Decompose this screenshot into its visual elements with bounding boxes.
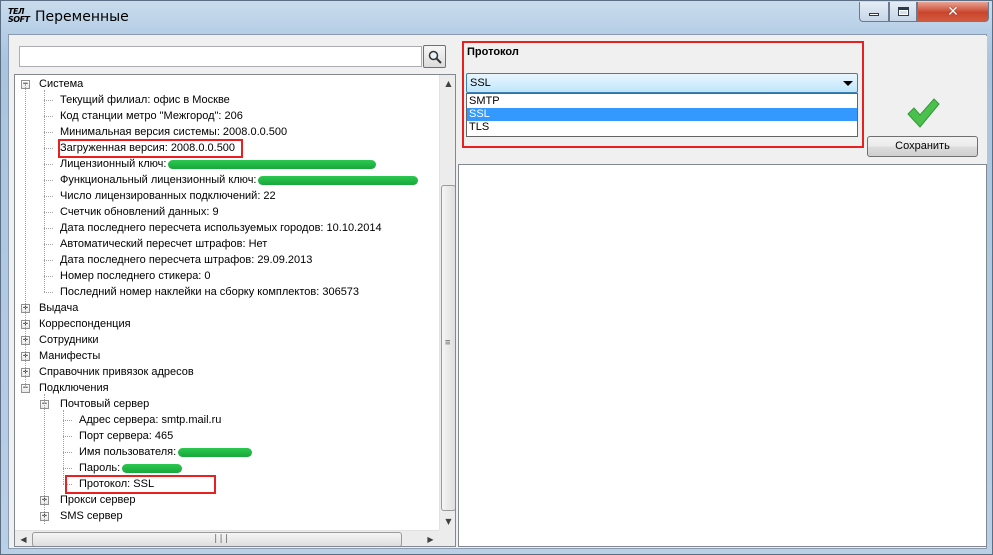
tree-guide-line <box>44 394 45 524</box>
minimize-button[interactable] <box>859 2 889 22</box>
tree-connector <box>63 436 72 437</box>
tree-connector <box>44 260 53 261</box>
scrollbar-corner <box>439 530 455 546</box>
title-bar[interactable]: ТЕЛ SOFT Переменные ✕ <box>1 1 992 33</box>
redaction-mark <box>122 464 183 473</box>
scroll-left-arrow-icon[interactable]: ◀ <box>15 531 32 546</box>
protocol-dropdown-list: SMTP SSL TLS <box>466 93 858 137</box>
maximize-button[interactable] <box>889 2 917 22</box>
tree-connector <box>44 132 53 133</box>
minimize-icon <box>869 13 879 16</box>
tree-connector <box>44 100 53 101</box>
save-button[interactable]: Сохранить <box>867 136 978 157</box>
close-icon: ✕ <box>947 3 959 20</box>
protocol-select[interactable]: SSL <box>466 73 858 93</box>
tree-item[interactable]: Номер последнего стикера: 0 <box>60 268 211 284</box>
tree-connector <box>44 196 53 197</box>
tree-connector <box>63 468 72 469</box>
app-window: ТЕЛ SOFT Переменные ✕ − Система Текущий фи… <box>0 0 993 555</box>
tree-guide-line <box>44 90 45 292</box>
tree-guide-line <box>25 84 26 388</box>
redaction-mark <box>178 448 253 457</box>
chevron-down-icon <box>843 81 853 86</box>
tree-item[interactable]: Порт сервера: 465 <box>79 428 173 444</box>
tree-item[interactable]: Счетчик обновлений данных: 9 <box>60 204 219 220</box>
grip-icon: ≡ <box>445 338 451 348</box>
tree-connector <box>44 148 53 149</box>
check-mark-icon <box>907 98 940 128</box>
app-logo-icon: ТЕЛ SOFT <box>8 7 30 24</box>
grip-icon: ||| <box>213 534 230 544</box>
scroll-down-arrow-icon[interactable]: ▼ <box>440 513 455 530</box>
editor-panel: Протокол SSL SMTP SSL TLS Сохранить <box>458 36 987 164</box>
tree-guide-line <box>63 410 64 484</box>
scroll-right-arrow-icon[interactable]: ▶ <box>422 531 439 546</box>
tree-item[interactable]: Автоматический пересчет штрафов: Нет <box>60 236 267 252</box>
dropdown-option-tls[interactable]: TLS <box>467 121 857 134</box>
tree-group[interactable]: Справочник привязок адресов <box>39 364 194 380</box>
tree-item[interactable]: Дата последнего пересчета используемых г… <box>60 220 382 236</box>
tree-connector <box>44 292 53 293</box>
redaction-mark <box>258 176 419 185</box>
variables-panel: − Система Текущий филиал: офис в Москве Код… <box>10 36 456 547</box>
dropdown-option-smtp[interactable]: SMTP <box>467 95 857 108</box>
redaction-mark <box>168 160 377 169</box>
tree-item[interactable]: Число лицензированных подключений: 22 <box>60 188 276 204</box>
protocol-select-value: SSL <box>470 77 491 89</box>
tree-connector <box>44 164 53 165</box>
tree-item[interactable]: Лицензионный ключ: <box>60 156 166 172</box>
close-button[interactable]: ✕ <box>917 2 989 22</box>
vertical-scroll-thumb[interactable]: ≡ <box>441 185 455 511</box>
tree-item[interactable]: Код станции метро "Межгород": 206 <box>60 108 243 124</box>
scroll-up-arrow-icon[interactable]: ▲ <box>440 75 455 92</box>
search-icon <box>428 50 442 64</box>
tree-item[interactable]: Минимальная версия системы: 2008.0.0.500 <box>60 124 287 140</box>
tree-item[interactable]: Прокси сервер <box>60 492 135 508</box>
tree-connector <box>44 228 53 229</box>
tree-group[interactable]: Корреспонденция <box>39 316 131 332</box>
tree-item[interactable]: Имя пользователя: <box>79 444 176 460</box>
window-title: Переменные <box>35 9 129 25</box>
tree-group[interactable]: Выдача <box>39 300 78 316</box>
tree-group[interactable]: Подключения <box>39 380 109 396</box>
search-button[interactable] <box>423 45 446 68</box>
client-area: − Система Текущий филиал: офис в Москве Код… <box>8 34 987 549</box>
tree-item[interactable]: Дата последнего пересчета штрафов: 29.09… <box>60 252 312 268</box>
tree-group[interactable]: Сотрудники <box>39 332 99 348</box>
horizontal-scroll-thumb[interactable]: ||| <box>32 532 402 546</box>
tree-connector <box>44 276 53 277</box>
tree-content: − Система Текущий филиал: офис в Москве Код… <box>15 75 437 530</box>
tree-connector <box>44 212 53 213</box>
tree-group[interactable]: Манифесты <box>39 348 100 364</box>
tree-group[interactable]: Система <box>39 76 83 92</box>
tree-item[interactable]: Функциональный лицензионный ключ: <box>60 172 256 188</box>
tree-item[interactable]: SMS сервер <box>60 508 123 524</box>
maximize-icon <box>897 7 909 16</box>
horizontal-scrollbar[interactable]: ◀ ||| ▶ <box>15 530 439 546</box>
tree-connector <box>63 452 72 453</box>
vertical-scrollbar[interactable]: ▲ ≡ ▼ <box>439 75 455 530</box>
tree-connector <box>63 420 72 421</box>
tree-item[interactable]: Пароль: <box>79 460 120 476</box>
tree-item[interactable]: Последний номер наклейки на сборку компл… <box>60 284 359 300</box>
tree-connector <box>44 244 53 245</box>
details-area <box>458 164 987 547</box>
tree-item[interactable]: Адрес сервера: smtp.mail.ru <box>79 412 221 428</box>
tree-connector <box>44 180 53 181</box>
variables-tree[interactable]: − Система Текущий филиал: офис в Москве Код… <box>14 74 456 547</box>
tree-connector <box>44 116 53 117</box>
tree-item[interactable]: Текущий филиал: офис в Москве <box>60 92 230 108</box>
tree-item[interactable]: Почтовый сервер <box>60 396 149 412</box>
protocol-label: Протокол <box>467 46 519 58</box>
dropdown-option-ssl[interactable]: SSL <box>467 108 857 121</box>
search-input[interactable] <box>19 46 422 67</box>
